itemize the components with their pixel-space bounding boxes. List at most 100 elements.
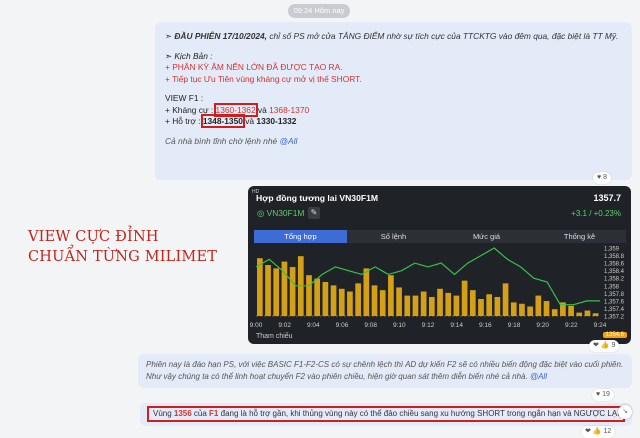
volume-bar xyxy=(469,290,476,316)
headline-date: ĐẦU PHIÊN 17/10/2024, xyxy=(174,31,267,41)
x-tick-label: 9:16 xyxy=(479,322,492,329)
scenario-item-2: + Tiếp tục Ưu Tiên vùng kháng cự mở vị t… xyxy=(165,73,362,84)
x-tick-label: 9:10 xyxy=(393,322,406,329)
resistance-zone-1: 1360-1362 xyxy=(213,102,258,117)
chart-tabs: Tổng hợp Số lệnh Mức giá Thống kê xyxy=(254,230,626,243)
x-tick-label: 9:02 xyxy=(278,322,291,329)
volume-bar xyxy=(584,310,591,316)
support-note-t2: của xyxy=(191,409,210,418)
volume-bar xyxy=(486,294,493,316)
volume-bar xyxy=(461,280,468,316)
volume-bar xyxy=(478,299,484,316)
pencil-icon[interactable]: ✎ xyxy=(308,207,320,219)
mention-all[interactable]: @All xyxy=(530,372,547,381)
x-tick-label: 9:06 xyxy=(336,322,349,329)
x-tick-label: 9:08 xyxy=(364,322,377,329)
y-tick-label: 1,358 xyxy=(604,284,620,290)
headline-text: chỉ số PS mở cửa TĂNG ĐIỂM nhờ sự tích c… xyxy=(267,31,619,41)
closing-line: Cả nhà bình tĩnh chờ lệnh nhé @All xyxy=(165,136,622,148)
volume-bar xyxy=(420,291,427,316)
annotation-line-2: CHUẨN TỪNG MILIMET xyxy=(28,249,218,265)
expiry-line-2: Như vậy chúng ta có thể linh hoạt chuyển… xyxy=(146,371,624,383)
target-icon: ◎ xyxy=(257,208,265,218)
volume-bar xyxy=(568,305,574,316)
support-label: + Hỗ trợ : xyxy=(165,116,203,126)
y-tick-label: 1,357.4 xyxy=(604,307,625,313)
volume-bar xyxy=(330,285,337,316)
volume-bar xyxy=(535,295,542,316)
message-headline: ➣ ĐẦU PHIÊN 17/10/2024, chỉ số PS mở cửa… xyxy=(165,31,622,43)
volume-bar xyxy=(396,287,402,316)
tab-summary[interactable]: Tổng hợp xyxy=(254,230,347,243)
y-tick-label: 1,359 xyxy=(604,247,620,253)
volume-bar xyxy=(502,283,509,316)
ticker-symbol: VN30F1M xyxy=(266,208,305,218)
price-volume-chart: 1,357.2 1,357.4 1,357.61,357.8 1,3581,358.2… xyxy=(250,247,625,330)
support-note-contract: F1 xyxy=(209,409,219,418)
x-tick-label: 9:20 xyxy=(536,322,549,329)
annotation-overlay: VIEW CỰC ĐỈNH CHUẨN TỪNG MILIMET xyxy=(28,227,217,267)
volume-bar xyxy=(314,278,321,316)
support-zone-1: 1348-1350 xyxy=(200,114,245,128)
resistance-and: và xyxy=(255,104,270,115)
volume-bar xyxy=(576,312,583,316)
x-tick-label: 9:24 xyxy=(594,322,607,329)
x-tick-label: 9:18 xyxy=(508,322,521,329)
reaction-badge-1[interactable]: ♥ 8 xyxy=(593,172,611,184)
volume-bar xyxy=(551,309,558,316)
volume-bar xyxy=(404,295,411,316)
chevron-icon[interactable]: ↘ xyxy=(618,405,632,419)
reaction-badge-3[interactable]: ♥ 19 xyxy=(592,389,614,401)
price-change: +3.1 / +0.23% xyxy=(571,209,621,218)
support-note-t1: Vùng xyxy=(153,409,174,418)
tab-statistics[interactable]: Thống kê xyxy=(533,230,626,243)
reference-label: Tham chiếu xyxy=(256,333,293,340)
volume-bar xyxy=(437,288,443,316)
volume-bar xyxy=(338,288,345,316)
support-line: + Hỗ trợ : 1348-1350 và 1330-1332 xyxy=(165,114,622,128)
volume-bar xyxy=(289,267,296,316)
y-tick-label: 1,357.6 xyxy=(604,299,625,305)
chart-price: 1357.7 xyxy=(593,193,621,203)
volume-bar xyxy=(592,313,599,316)
y-tick-label: 1,358.8 xyxy=(604,254,625,260)
x-tick-label: 9:04 xyxy=(307,322,320,329)
y-tick-label: 1,358.6 xyxy=(604,262,625,268)
reaction-badge-4[interactable]: ❤ 👍 12 xyxy=(581,426,616,438)
annotation-line-1: VIEW CỰC ĐỈNH xyxy=(28,229,159,245)
x-tick-label: 9:22 xyxy=(565,322,578,329)
volume-bar xyxy=(453,295,460,316)
y-tick-label: 1,357.2 xyxy=(604,315,625,321)
futures-chart-card[interactable]: HD Hợp đồng tương lai VN30F1M 1357.7 ◎ V… xyxy=(248,186,631,344)
x-tick-label: 9:00 xyxy=(250,322,263,329)
volume-bar xyxy=(347,291,353,316)
ticker-label: ◎ VN30F1M xyxy=(257,208,304,218)
volume-bar xyxy=(519,303,525,316)
expiry-line-2-text: Như vậy chúng ta có thể linh hoạt chuyển… xyxy=(146,372,530,381)
message-bubble-expiry: Phiên nay là đáo hạn PS, với việc BASIC … xyxy=(138,354,632,388)
volume-bar xyxy=(388,275,394,316)
volume-bar xyxy=(429,296,435,316)
tab-orders[interactable]: Số lệnh xyxy=(347,230,440,243)
volume-bar xyxy=(527,306,533,316)
tab-price-levels[interactable]: Mức giá xyxy=(440,230,533,243)
volume-bar xyxy=(371,285,378,316)
scenario-title: ➣ Kịch Bản : xyxy=(165,50,213,61)
volume-bar xyxy=(257,258,263,316)
scenario-item-1: + PHÂN KỲ ÂM NẾN LỚN ĐÃ ĐƯỢC TẠO RA. xyxy=(165,62,343,72)
chart-title: Hợp đồng tương lai VN30F1M xyxy=(256,193,379,203)
timestamp-pill: 09:24 Hôm nay xyxy=(288,4,350,18)
volume-bar xyxy=(273,268,280,316)
resistance-label: + Kháng cự : xyxy=(165,104,216,115)
mention-all[interactable]: @All xyxy=(280,136,298,146)
support-zone-2: 1330-1332 xyxy=(256,116,297,126)
volume-bar xyxy=(322,282,329,316)
message-bubble-support: Vùng 1356 của F1 đang là hỗ trợ gần, khi… xyxy=(140,403,632,426)
reaction-badge-2[interactable]: ❤ 👍 9 xyxy=(589,340,620,352)
volume-bar xyxy=(265,265,271,316)
resistance-line: + Kháng cự : 1360-1362 và 1368-1370 xyxy=(165,102,622,117)
support-note: Vùng 1356 của F1 đang là hỗ trợ gần, khi… xyxy=(147,406,625,422)
volume-bar xyxy=(543,301,550,316)
x-tick-label: 9:12 xyxy=(422,322,435,329)
message-bubble-analysis: ➣ ĐẦU PHIÊN 17/10/2024, chỉ số PS mở cửa… xyxy=(155,22,632,180)
